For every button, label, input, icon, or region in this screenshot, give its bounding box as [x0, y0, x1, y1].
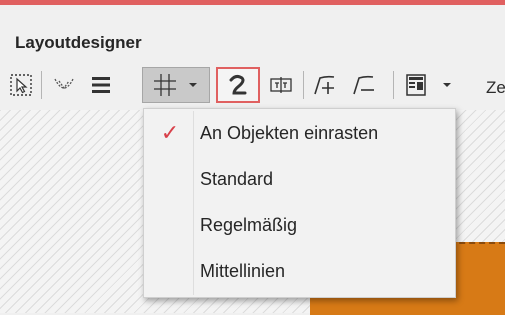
checkmark-icon: ✓: [160, 120, 180, 145]
menu-item-center-lines[interactable]: Mittellinien: [146, 249, 453, 293]
snap-objects-button[interactable]: [216, 67, 260, 103]
toolbar: Ze: [0, 63, 505, 110]
curve-points-icon: [54, 78, 74, 90]
menu-item-label: Standard: [200, 168, 274, 189]
grid-snap-icon: [154, 74, 176, 96]
remove-path-button[interactable]: [347, 67, 381, 103]
text-field-button[interactable]: [265, 67, 297, 103]
lines-icon: [92, 77, 110, 93]
snap-mode-dropdown-menu: ✓ An Objekten einrasten Standard Regelmä…: [143, 108, 456, 298]
text-field-icon: [270, 77, 292, 93]
layout-template-button[interactable]: [398, 67, 460, 103]
curve-points-button[interactable]: [48, 67, 80, 103]
selection-icon: [10, 74, 32, 96]
chevron-down-icon: [189, 83, 197, 87]
toolbar-separator: [41, 71, 42, 99]
add-path-icon: [314, 75, 335, 95]
menu-item-regular[interactable]: Regelmäßig: [146, 203, 453, 247]
snap-objects-icon: [229, 74, 247, 95]
layout-template-icon: [406, 74, 426, 96]
grid-snap-button[interactable]: [142, 67, 210, 103]
menu-item-label: Regelmäßig: [200, 214, 298, 235]
toolbar-separator: [393, 71, 394, 99]
menu-item-label: An Objekten einrasten: [200, 122, 379, 143]
menu-item-label: Mittellinien: [200, 260, 286, 281]
toolbar-separator: [303, 71, 304, 99]
window-title: Layoutdesigner: [15, 33, 142, 52]
zoom-label-truncated[interactable]: Ze: [486, 78, 505, 98]
remove-path-icon: [353, 75, 374, 95]
chevron-down-icon: [443, 83, 451, 87]
add-path-button[interactable]: [308, 67, 342, 103]
menu-item-standard[interactable]: Standard: [146, 157, 453, 201]
menu-item-snap-to-objects[interactable]: ✓ An Objekten einrasten: [146, 111, 453, 155]
selection-tool-button[interactable]: [6, 67, 36, 103]
lines-button[interactable]: [85, 67, 117, 103]
title-bar: Layoutdesigner: [0, 5, 505, 63]
